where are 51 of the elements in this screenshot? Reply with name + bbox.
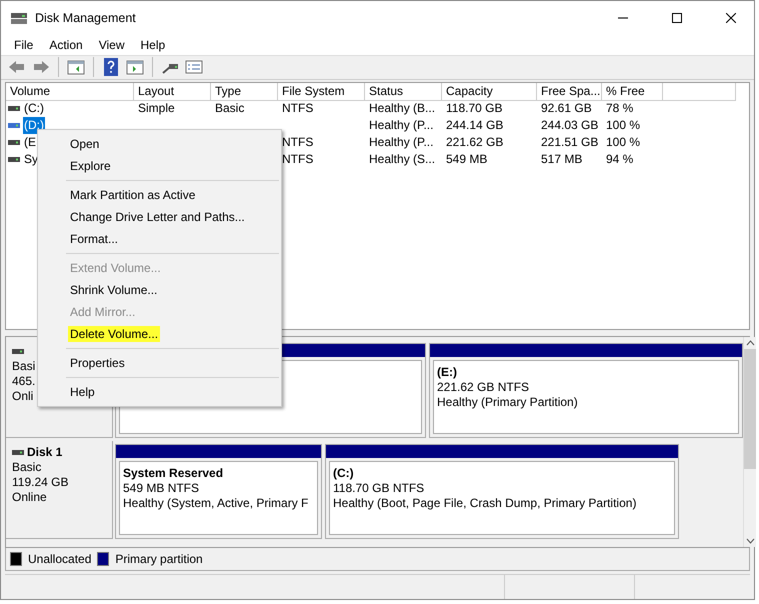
option-label: Open <box>69 136 100 152</box>
table-cell: 100 % <box>606 134 640 151</box>
option-label: Format... <box>69 231 120 247</box>
table-cell: Healthy (P... <box>369 134 434 151</box>
table-cell: Healthy (P... <box>369 117 434 134</box>
option-label: Shrink Volume... <box>69 282 158 298</box>
partition-status: Healthy (System, Active, Primary F <box>123 496 308 511</box>
table-cell: NTFS <box>282 151 314 168</box>
disk-info: Basi <box>12 359 36 374</box>
legend-label: Primary partition <box>115 552 203 566</box>
disk-info: 465. <box>12 374 36 389</box>
table-cell: 92.61 GB <box>541 100 592 117</box>
option-label: Delete Volume... <box>68 326 160 342</box>
option-label: Mark Partition as Active <box>69 187 196 203</box>
option-label: Properties <box>69 355 126 371</box>
disk-info: Basic <box>12 460 42 475</box>
partition-name: System Reserved <box>123 466 224 481</box>
table-cell: Simple <box>138 100 175 117</box>
table-cell: 221.62 GB <box>446 134 504 151</box>
table-cell: Basic <box>215 100 244 117</box>
partition-name: (E:) <box>437 365 457 380</box>
option-label: Explore <box>69 158 112 174</box>
disk-info: Onli <box>12 389 34 404</box>
table-cell: NTFS <box>282 134 314 151</box>
window-title: Disk Management <box>35 11 137 25</box>
option-label: Extend Volume... <box>69 260 162 276</box>
table-cell: Healthy (B... <box>369 100 436 117</box>
table-cell: NTFS <box>282 100 314 117</box>
partition-size: 549 MB NTFS <box>123 481 200 496</box>
legend-label: Unallocated <box>28 552 92 566</box>
option-label: Change Drive Letter and Paths... <box>69 209 246 225</box>
partition-status: Healthy (Boot, Page File, Crash Dump, Primary Partition) <box>333 496 636 511</box>
disk-info: 119.24 GB <box>12 475 68 490</box>
disk-info: Online <box>12 490 47 505</box>
option-label: Add Mirror... <box>69 304 136 320</box>
partition-size: 221.62 GB NTFS <box>437 380 530 395</box>
table-cell: 118.70 GB <box>446 100 502 117</box>
partition-size: 118.70 GB NTFS <box>333 481 424 496</box>
table-cell: 94 % <box>606 151 634 168</box>
table-cell: 244.14 GB <box>446 117 504 134</box>
table-cell: 517 MB <box>541 151 582 168</box>
table-cell: 221.51 GB <box>541 134 598 151</box>
table-cell: 549 MB <box>446 151 488 168</box>
option-label: Help <box>69 384 96 400</box>
table-cell: Healthy (S... <box>369 151 436 168</box>
table-cell: 100 % <box>606 117 640 134</box>
table-cell: 244.03 GB <box>541 117 598 134</box>
disk-name: Disk 1 <box>27 445 62 460</box>
partition-name: (C:) <box>333 466 354 481</box>
table-cell: 78 % <box>606 100 634 117</box>
partition-status: Healthy (Primary Partition) <box>437 395 578 410</box>
